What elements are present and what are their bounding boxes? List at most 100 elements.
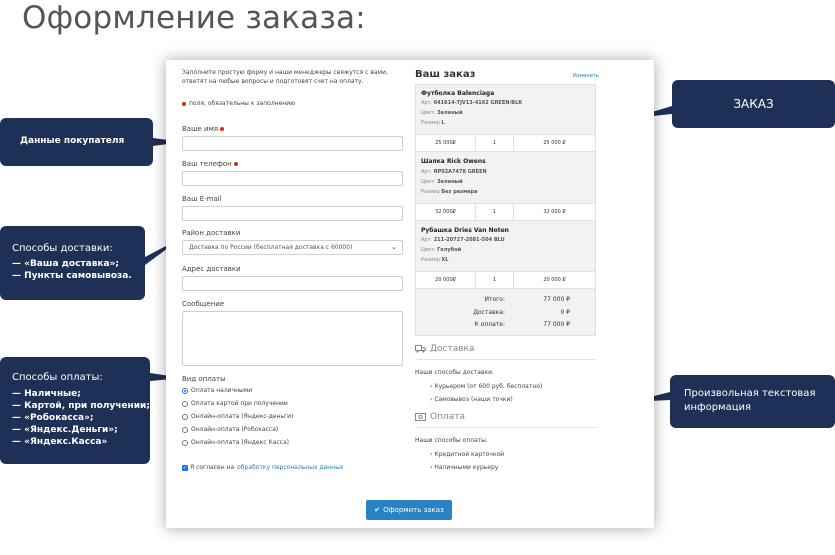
message-textarea[interactable] bbox=[182, 311, 403, 366]
payment-label: Вид оплаты bbox=[182, 375, 226, 383]
radio-icon[interactable] bbox=[182, 439, 188, 446]
delivery-heading: Доставка bbox=[415, 344, 475, 354]
item-qty[interactable]: 1 bbox=[476, 204, 514, 220]
delivery-item: › Курьером (от 600 руб. бесплатно) bbox=[430, 383, 543, 390]
radio-icon[interactable] bbox=[182, 426, 188, 433]
item-price: 20 000₽ bbox=[416, 272, 476, 288]
item-qty-row: 20 000₽ 1 20 000 ₽ bbox=[416, 271, 595, 289]
to-pay-label: К оплате: bbox=[474, 321, 505, 328]
payment-option-label: Онлайн-оплата (Яндекс-деньги) bbox=[191, 413, 294, 420]
item-art-label: Арт. bbox=[421, 237, 433, 243]
address-label: Адрес доставки bbox=[182, 265, 241, 273]
item-art: Арт. RP02A7478 GREEN bbox=[421, 169, 487, 175]
name-label-text: Ваше имя bbox=[182, 125, 219, 133]
payment-option-yandex-money[interactable]: Онлайн-оплата (Яндекс-деньги) bbox=[182, 413, 293, 420]
callout-delivery-line: — Пункты самовывоза. bbox=[12, 271, 132, 281]
item-qty[interactable]: 1 bbox=[476, 135, 514, 151]
order-edit-link[interactable]: Изменить bbox=[573, 73, 599, 79]
item-size: Размер L bbox=[421, 120, 445, 126]
submit-order-button[interactable]: ✔ Оформить заказ bbox=[366, 500, 452, 520]
item-price: 25 000₽ bbox=[416, 135, 476, 151]
name-input[interactable] bbox=[182, 136, 403, 151]
payment-info-heading: Оплата bbox=[415, 412, 465, 422]
payment-option-card[interactable]: Оплата картой при получении bbox=[182, 400, 288, 407]
payment-option-label: Онлайн-оплата (Робокасса) bbox=[191, 426, 279, 433]
callout-payment-line: — «Робокасса»; bbox=[12, 413, 94, 423]
radio-checked-icon[interactable] bbox=[182, 387, 188, 394]
total-label: Итого: bbox=[484, 296, 506, 303]
callout-payment-line: — «Яндекс.Касса» bbox=[12, 437, 108, 447]
money-icon bbox=[415, 413, 426, 421]
phone-label: Ваш телефон bbox=[182, 160, 241, 168]
item-color-label: Цвет: bbox=[421, 247, 436, 253]
item-qty-row: 32 000₽ 1 32 000 ₽ bbox=[416, 203, 595, 221]
item-color: Цвет: Зеленый bbox=[421, 110, 463, 116]
payment-option-cash[interactable]: Оплата наличными bbox=[182, 387, 252, 394]
item-size-value: L bbox=[441, 120, 445, 126]
delivery-item: › Самовывоз (наши точки) bbox=[430, 396, 513, 403]
agree-text: Я согласен на bbox=[190, 464, 235, 471]
callout-buyer: Данные покупателя bbox=[0, 118, 153, 166]
email-label: Ваш E-mail bbox=[182, 195, 222, 203]
payment-option-yandex-kassa[interactable]: Онлайн-оплата (Яндекс Касса) bbox=[182, 439, 289, 446]
item-color: Цвет: Зеленый bbox=[421, 179, 463, 185]
payment-info-item: › Кредитной карточкой bbox=[430, 451, 505, 458]
item-art-value: 211-20727-2081-504 BLU bbox=[433, 237, 505, 243]
submit-order-label: Оформить заказ bbox=[383, 506, 444, 514]
item-art-value: RP02A7478 GREEN bbox=[433, 169, 487, 175]
item-color: Цвет: Голубой bbox=[421, 247, 461, 253]
callout-payment: Способы оплаты: — Наличные; — Картой, пр… bbox=[0, 357, 150, 464]
callout-payment-line: — «Яндекс.Деньги»; bbox=[12, 425, 118, 435]
order-summary: Футболка Balenciaga Арт. 641614-TJV13-41… bbox=[415, 84, 596, 336]
order-title: Ваш заказ bbox=[415, 69, 476, 80]
item-size: Размер Без размера bbox=[421, 189, 478, 195]
callout-payment-title: Способы оплаты: bbox=[12, 372, 103, 383]
callout-order: ЗАКАЗ bbox=[672, 80, 835, 128]
required-note-text: поля, обязательны к заполнению bbox=[189, 100, 296, 107]
total-value: 77 000 ₽ bbox=[543, 296, 570, 303]
item-sum: 20 000 ₽ bbox=[543, 277, 566, 283]
item-size-label: Размер bbox=[421, 189, 440, 195]
name-label: Ваше имя bbox=[182, 125, 227, 133]
callout-order-text: ЗАКАЗ bbox=[733, 97, 774, 111]
delivery-heading-text: Доставка bbox=[430, 344, 475, 354]
delivery-cost-value: 0 ₽ bbox=[560, 309, 570, 316]
item-name: Шапка Rick Owens bbox=[421, 158, 486, 165]
callout-delivery: Способы доставки: — «Ваша доставка»; — П… bbox=[0, 226, 145, 300]
item-sum: 25 000 ₽ bbox=[543, 140, 566, 146]
delivery-item-text: Курьером (от 600 руб. бесплатно) bbox=[434, 383, 543, 390]
payment-option-label: Оплата картой при получении bbox=[191, 400, 288, 407]
item-name: Рубашка Dries Van Noten bbox=[421, 227, 509, 234]
item-art: Арт. 211-20727-2081-504 BLU bbox=[421, 237, 505, 243]
item-art: Арт. 641614-TJV13-4162 GREEN/BLK bbox=[421, 100, 522, 106]
item-name: Футболка Balenciaga bbox=[421, 90, 495, 97]
item-price: 32 000₽ bbox=[416, 204, 476, 220]
to-pay-value: 77 000 ₽ bbox=[543, 321, 570, 328]
callout-payment-line: — Наличные; bbox=[12, 389, 81, 399]
message-label: Сообщение bbox=[182, 300, 225, 308]
item-size-value: XL bbox=[441, 257, 449, 263]
address-input[interactable] bbox=[182, 276, 403, 291]
item-art-value: 641614-TJV13-4162 GREEN/BLK bbox=[433, 100, 523, 106]
agree-row[interactable]: ✓ Я согласен на обработку персональных дан… bbox=[182, 464, 343, 471]
item-color-label: Цвет: bbox=[421, 179, 436, 185]
radio-icon[interactable] bbox=[182, 413, 188, 420]
radio-icon[interactable] bbox=[182, 400, 188, 407]
callout-text-info-text: Произвольная текстовая информация bbox=[684, 388, 816, 413]
payment-option-robokassa[interactable]: Онлайн-оплата (Робокасса) bbox=[182, 426, 278, 433]
item-qty[interactable]: 1 bbox=[476, 272, 514, 288]
callout-text-info: Произвольная текстовая информация bbox=[670, 375, 835, 428]
phone-input[interactable] bbox=[182, 171, 403, 186]
email-input[interactable] bbox=[182, 206, 403, 221]
region-select[interactable]: Доставка по России (бесплатная доставка … bbox=[182, 240, 403, 255]
checkbox-checked-icon[interactable]: ✓ bbox=[182, 464, 188, 471]
item-art-label: Арт. bbox=[421, 100, 433, 106]
item-size-value: Без размера bbox=[441, 189, 478, 195]
privacy-link[interactable]: обработку персональных данных bbox=[237, 464, 343, 471]
payment-info-heading-text: Оплата bbox=[430, 412, 465, 422]
page-title: Оформление заказа: bbox=[22, 0, 366, 36]
item-size-label: Размер bbox=[421, 120, 440, 126]
payment-option-label: Онлайн-оплата (Яндекс Касса) bbox=[191, 439, 289, 446]
callout-payment-line: — Картой, при получении; bbox=[12, 401, 150, 411]
payment-info-item: › Наличными курьеру bbox=[430, 464, 499, 471]
